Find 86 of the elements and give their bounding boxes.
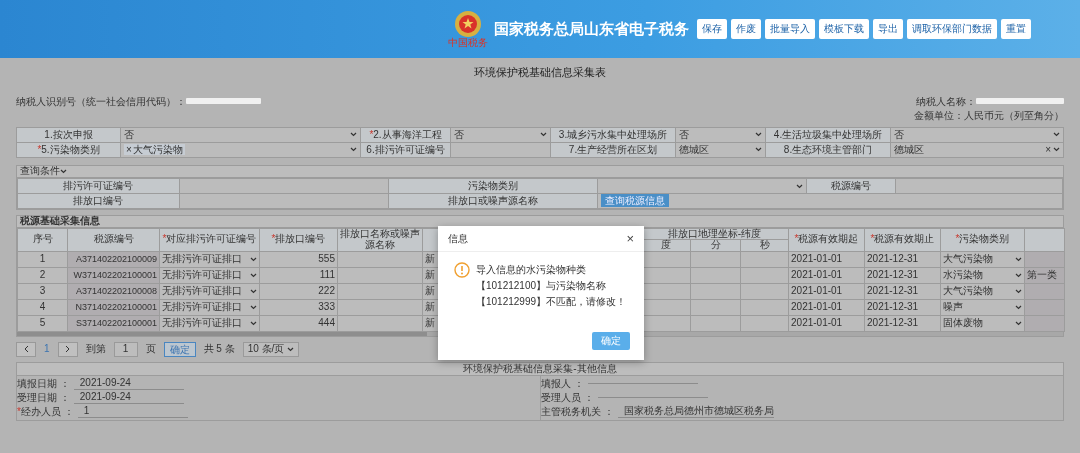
caret-down-icon xyxy=(1015,272,1022,278)
toolbar-button[interactable]: 重置 xyxy=(1001,19,1031,39)
toolbar-button[interactable]: 作废 xyxy=(731,19,761,39)
warning-icon xyxy=(454,262,470,278)
caret-down-icon xyxy=(250,288,257,294)
toolbar-button[interactable]: 模板下载 xyxy=(819,19,869,39)
toolbar-button[interactable]: 批量导入 xyxy=(765,19,815,39)
field-label: 1.按次申报 xyxy=(16,127,121,143)
field-value: 2021-09-24 xyxy=(73,377,184,390)
field-label: 受理人员 ： xyxy=(541,391,594,404)
fill-in-line[interactable] xyxy=(587,383,698,385)
unit-note: 金额单位：人民币元（列至角分） xyxy=(914,110,1064,122)
field-label: 排污许可证编号 xyxy=(17,178,180,194)
scrollbar-thumb[interactable] xyxy=(17,331,427,336)
field-label: 受理日期 ： xyxy=(17,391,70,404)
page-input[interactable]: 1 xyxy=(113,341,138,357)
caret-down-icon xyxy=(1015,256,1022,262)
select-field[interactable]: 否 xyxy=(450,127,551,143)
logo-caption: 中国税务 xyxy=(448,38,488,48)
caret-down-icon xyxy=(1015,304,1022,310)
field-label: 4.生活垃圾集中处理场所 xyxy=(765,127,891,143)
toolbar-button[interactable]: 导出 xyxy=(873,19,903,39)
field-value: 国家税务总局德州市德城区税务局 xyxy=(617,405,774,418)
caret-down-icon xyxy=(350,147,357,153)
site-title: 国家税务总局山东省电子税务 xyxy=(494,20,689,38)
caret-down-icon xyxy=(250,304,257,310)
select-field[interactable]: 否 xyxy=(120,127,361,143)
caret-down-icon xyxy=(795,183,803,189)
caret-down-icon xyxy=(250,256,257,262)
field-label: 填报人 ： xyxy=(541,377,584,390)
field-label: *经办人员 ： xyxy=(17,405,74,418)
field-label: 主管税务机关 ： xyxy=(541,405,614,418)
column-header: 税源编号 xyxy=(67,228,160,252)
page-size-select[interactable]: 10 条/页 xyxy=(242,341,300,357)
emblem-icon xyxy=(454,10,482,38)
field-label: 污染物类别 xyxy=(388,178,598,194)
caret-down-icon xyxy=(1015,320,1022,326)
form-title: 环境保护税基础信息采集表 xyxy=(473,65,607,80)
goto-label: 到第 xyxy=(85,343,106,355)
column-header: *对应排污许可证编号 xyxy=(159,228,260,252)
field-label: 纳税人识别号（统一社会信用代码）： xyxy=(16,95,186,108)
chevron-right-icon xyxy=(65,345,71,354)
field-label: 填报日期 ： xyxy=(17,377,70,390)
caret-down-icon xyxy=(250,272,257,278)
total-count: 共 5 条 xyxy=(203,343,235,355)
page-unit-label: 页 xyxy=(145,343,156,355)
select-field[interactable]: 否 xyxy=(675,127,766,143)
field-value: 2021-09-24 xyxy=(73,391,184,404)
caret-down-icon xyxy=(1053,132,1060,138)
caret-down-icon xyxy=(540,132,547,138)
caret-down-icon xyxy=(250,320,257,326)
field-label: 纳税人名称： xyxy=(916,95,976,108)
column-header: 排放口名称或噪声源名称 xyxy=(337,228,423,252)
toolbar-button[interactable]: 调取环保部门数据 xyxy=(907,19,997,39)
section-title: 税源基础采集信息 xyxy=(20,215,100,227)
previous-page-button[interactable] xyxy=(16,341,36,357)
caret-down-icon xyxy=(60,168,67,174)
toolbar-button[interactable]: 保存 xyxy=(697,19,727,39)
input-field[interactable] xyxy=(186,98,261,105)
column-header: *排放口编号 xyxy=(259,228,338,252)
input-field[interactable] xyxy=(976,98,1064,105)
caret-down-icon xyxy=(1053,147,1060,153)
section-title: 环境保护税基础信息采集-其他信息 xyxy=(17,362,1063,376)
caret-down-icon xyxy=(755,132,762,138)
caret-down-icon xyxy=(755,147,762,153)
section-title[interactable]: 查询条件 xyxy=(20,165,60,177)
field-label: 税源编号 xyxy=(806,178,896,194)
column-header: *税源有效期止 xyxy=(864,228,941,252)
column-header: *税源有效期起 xyxy=(788,228,865,252)
dialog-title: 信息 xyxy=(448,232,468,245)
chevron-left-icon xyxy=(23,345,29,354)
caret-down-icon xyxy=(1015,288,1022,294)
fill-in-line[interactable] xyxy=(597,397,708,399)
caret-down-icon xyxy=(350,132,357,138)
column-header: 序号 xyxy=(17,228,68,252)
close-button[interactable]: × xyxy=(626,232,634,245)
input-field[interactable] xyxy=(895,178,1063,194)
select-field[interactable]: 否 xyxy=(890,127,1064,143)
next-page-button[interactable] xyxy=(57,341,78,357)
field-value: 1 xyxy=(77,405,188,418)
field-label: 3.城乡污水集中处理场所 xyxy=(550,127,676,143)
column-header: *污染物类别 xyxy=(940,228,1025,252)
input-field[interactable] xyxy=(179,178,389,194)
select-field[interactable] xyxy=(597,178,807,194)
caret-down-icon xyxy=(287,346,295,352)
field-label: *2.从事海洋工程 xyxy=(360,127,451,143)
